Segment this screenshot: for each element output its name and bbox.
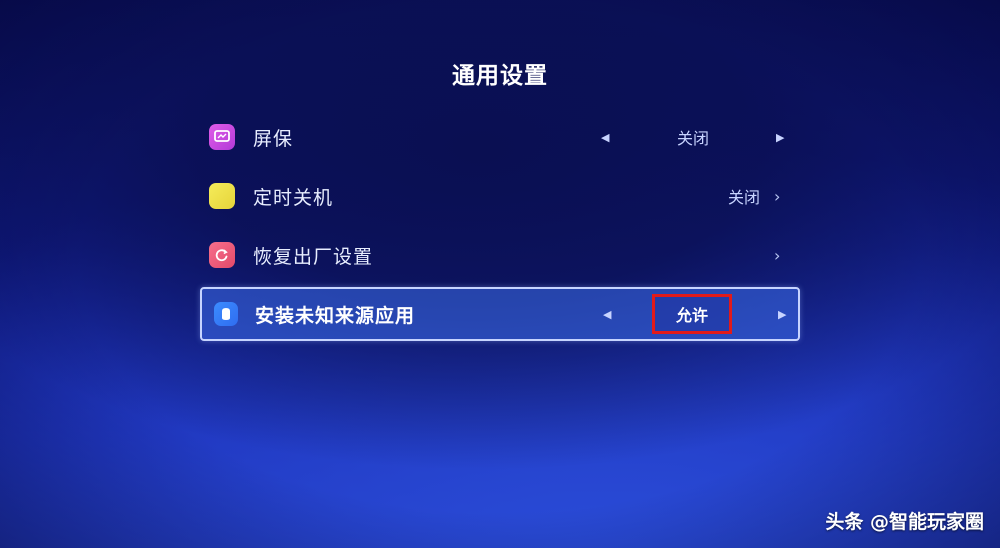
chevron-right-icon: › <box>774 245 781 265</box>
install-icon <box>214 302 238 326</box>
watermark: 头条 @智能玩家圈 <box>825 511 984 533</box>
menu-item-screensaver[interactable]: 屏保 ◀ 关闭 ▶ <box>200 110 800 164</box>
arrow-left-icon[interactable]: ◀ <box>601 131 609 144</box>
menu-item-label: 安装未知来源应用 <box>255 304 416 327</box>
screensaver-icon <box>209 124 235 150</box>
arrow-right-icon[interactable]: ▶ <box>778 308 786 321</box>
menu-item-label: 屏保 <box>253 127 294 150</box>
page-title: 通用设置 <box>452 63 548 89</box>
arrow-right-icon[interactable]: ▶ <box>776 131 784 144</box>
menu-item-value: 关闭 <box>676 129 709 148</box>
chevron-right-icon: › <box>774 186 781 206</box>
arrow-left-icon[interactable]: ◀ <box>603 308 611 321</box>
timer-icon <box>209 183 235 209</box>
highlighted-value-box[interactable]: 允许 <box>652 294 732 334</box>
menu-item-timer-shutdown[interactable]: 定时关机 关闭 › <box>200 169 800 223</box>
settings-menu: 屏保 ◀ 关闭 ▶ 定时关机 关闭 › 恢复出厂设置 › 安装未知来源应用 ◀ … <box>200 110 800 346</box>
menu-item-label: 定时关机 <box>253 186 334 209</box>
menu-item-label: 恢复出厂设置 <box>253 245 374 268</box>
reset-icon <box>209 242 235 268</box>
menu-item-value: 关闭 <box>727 188 760 207</box>
menu-item-value: 允许 <box>675 306 708 325</box>
menu-item-install-unknown-sources[interactable]: 安装未知来源应用 ◀ 允许 ▶ <box>200 287 800 341</box>
menu-item-factory-reset[interactable]: 恢复出厂设置 › <box>200 228 800 282</box>
